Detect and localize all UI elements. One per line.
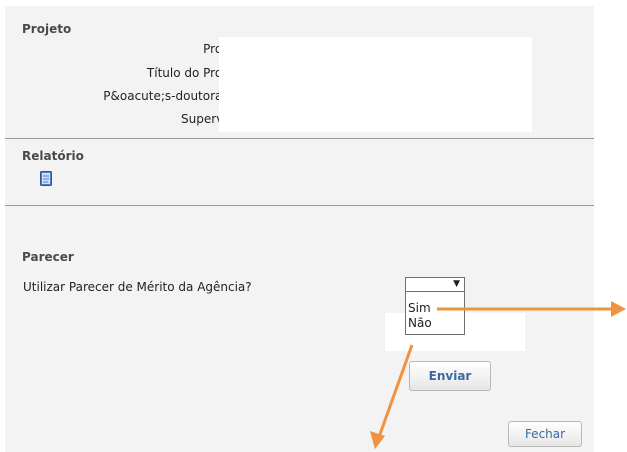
parecer-question: Utilizar Parecer de Mérito da Agência? [23, 280, 252, 294]
section-title-parecer: Parecer [22, 250, 74, 264]
divider [5, 138, 594, 139]
divider [5, 205, 594, 206]
fechar-button[interactable]: Fechar [508, 421, 582, 447]
dropdown-arrow-icon: ▼ [453, 279, 460, 289]
option-nao[interactable]: Não [408, 316, 432, 330]
parecer-dropdown-list: Sim Não [405, 292, 465, 335]
parecer-select[interactable]: ▼ [405, 277, 465, 292]
enviar-button[interactable]: Enviar [409, 361, 491, 391]
section-title-relatorio: Relatório [22, 149, 84, 163]
document-icon[interactable] [40, 171, 52, 186]
projeto-values-box [219, 37, 532, 132]
section-title-projeto: Projeto [22, 22, 72, 36]
option-sim[interactable]: Sim [408, 301, 431, 315]
